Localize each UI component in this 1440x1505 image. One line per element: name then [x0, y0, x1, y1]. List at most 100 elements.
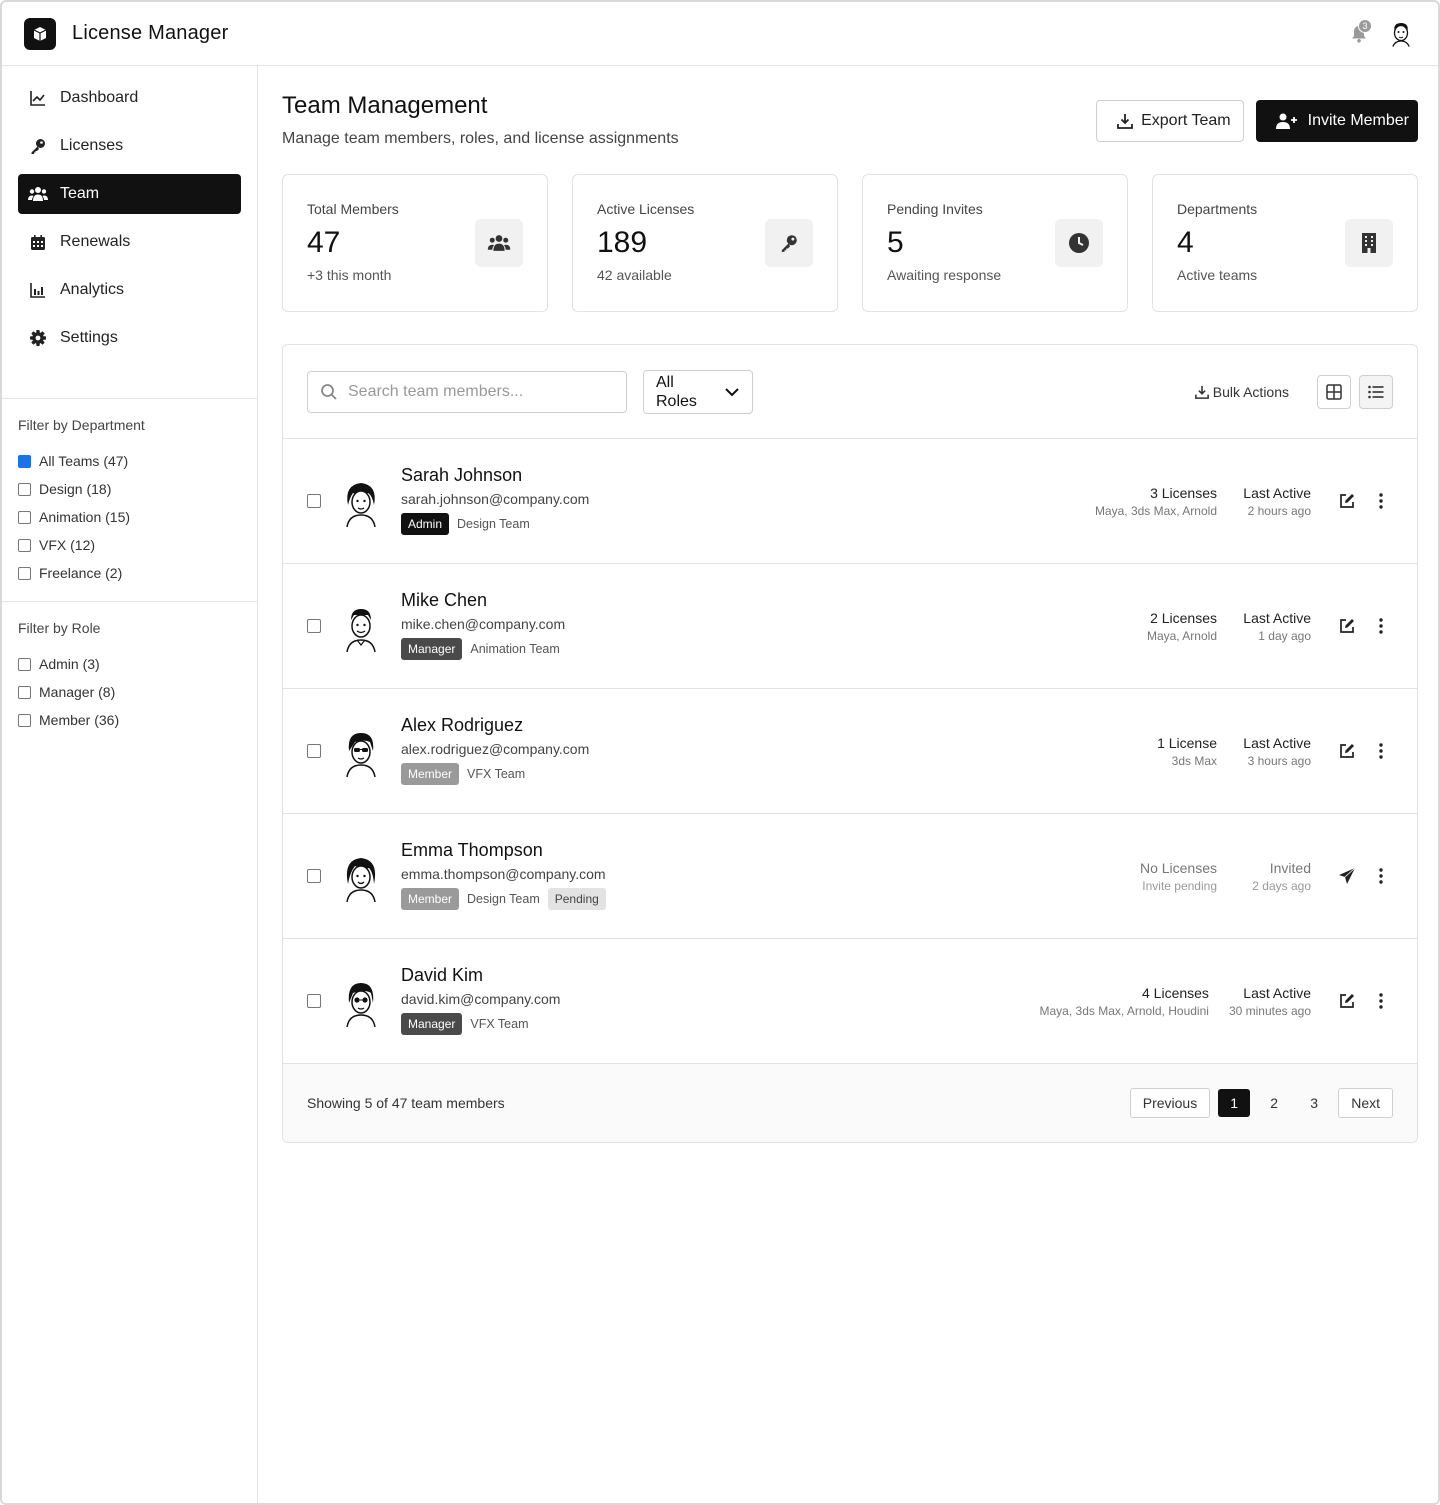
member-name: Emma Thompson: [401, 840, 543, 860]
resend-invite-button[interactable]: [1335, 864, 1359, 888]
more-options-button[interactable]: [1369, 489, 1393, 513]
list-view-button[interactable]: [1359, 374, 1393, 409]
stat-label: Departments: [1177, 201, 1258, 217]
sidebar-item-label: Settings: [60, 329, 118, 346]
checkbox[interactable]: [18, 657, 31, 671]
filter-option-freelance[interactable]: Freelance (2): [18, 559, 241, 587]
member-email: sarah.johnson@company.com: [401, 491, 590, 507]
bar-chart-icon: [28, 281, 48, 299]
pending-badge: Pending: [547, 888, 606, 910]
edit-button[interactable]: [1335, 489, 1359, 513]
filter-option-label: Animation (15): [39, 509, 131, 525]
stat-sub: 42 available: [597, 267, 672, 283]
avatar: [335, 850, 387, 903]
checkbox[interactable]: [18, 510, 31, 524]
search-input[interactable]: [348, 382, 608, 401]
member-row[interactable]: Alex Rodriguez alex.rodriguez@company.co…: [283, 689, 1417, 814]
filter-title: Filter by Role: [18, 620, 101, 636]
license-apps: Maya, 3ds Max, Arnold, Houdini: [1039, 1003, 1209, 1018]
filter-title: Filter by Department: [18, 417, 145, 433]
previous-page-button[interactable]: Previous: [1129, 1088, 1211, 1118]
bulk-actions-button[interactable]: Bulk Actions: [1194, 383, 1289, 400]
filter-option-member[interactable]: Member (36): [18, 706, 241, 734]
filter-option-admin[interactable]: Admin (3): [18, 650, 241, 678]
notifications-button[interactable]: 3: [1346, 18, 1372, 47]
filter-option-all-teams[interactable]: All Teams (47): [18, 447, 241, 475]
avatar: [335, 475, 387, 528]
edit-icon: [1340, 494, 1354, 508]
user-avatar[interactable]: [1386, 18, 1416, 49]
license-count: No Licenses: [1139, 859, 1217, 876]
filter-option-manager[interactable]: Manager (8): [18, 678, 241, 706]
next-page-button[interactable]: Next: [1338, 1088, 1393, 1118]
edit-icon: [1340, 994, 1354, 1008]
bulk-actions-label: Bulk Actions: [1212, 383, 1289, 400]
sidebar-item-licenses[interactable]: Licenses: [18, 126, 241, 166]
pagination-bar: Showing 5 of 47 team members Previous 1 …: [283, 1064, 1417, 1142]
grid-view-button[interactable]: [1317, 374, 1351, 409]
license-count: 2 Licenses: [1150, 609, 1217, 626]
row-checkbox[interactable]: [307, 744, 321, 758]
edit-icon: [1340, 744, 1354, 758]
sidebar-item-analytics[interactable]: Analytics: [18, 270, 241, 310]
member-row[interactable]: Mike Chen mike.chen@company.com Manager …: [283, 564, 1417, 689]
edit-button[interactable]: [1335, 739, 1359, 763]
more-vertical-icon: [1379, 493, 1383, 509]
member-name: David Kim: [401, 965, 484, 985]
sidebar-item-settings[interactable]: Settings: [18, 318, 241, 358]
edit-button[interactable]: [1335, 989, 1359, 1013]
checkbox[interactable]: [18, 713, 31, 727]
export-team-label: Export Team: [1141, 112, 1231, 129]
filter-option-animation[interactable]: Animation (15): [18, 503, 241, 531]
row-checkbox[interactable]: [307, 619, 321, 633]
role-badge: Member: [401, 763, 460, 785]
member-row[interactable]: Sarah Johnson sarah.johnson@company.com …: [283, 439, 1417, 564]
role-badge: Admin: [401, 513, 450, 535]
sidebar-item-renewals[interactable]: Renewals: [18, 222, 241, 262]
team-members-panel: All Roles Bulk Actions: [282, 344, 1418, 1143]
checkbox[interactable]: [18, 538, 31, 552]
invite-member-button[interactable]: Invite Member: [1255, 100, 1418, 142]
app-logo[interactable]: [24, 17, 56, 50]
sidebar-item-dashboard[interactable]: Dashboard: [18, 78, 241, 118]
list-icon: [1368, 385, 1384, 398]
main-content: Team Management Manage team members, rol…: [258, 66, 1438, 1503]
role-select[interactable]: All Roles: [643, 369, 753, 414]
checkbox[interactable]: [18, 566, 31, 580]
checkbox[interactable]: [18, 482, 31, 496]
role-select-value: All Roles: [656, 373, 697, 410]
sidebar-nav: Dashboard Licenses Team Renewals Analyti…: [2, 66, 257, 358]
page-1-button[interactable]: 1: [1218, 1089, 1251, 1117]
more-options-button[interactable]: [1369, 989, 1393, 1013]
sidebar-item-team[interactable]: Team: [18, 174, 241, 214]
license-count: 3 Licenses: [1150, 484, 1217, 501]
export-team-button[interactable]: Export Team: [1096, 100, 1244, 142]
filter-option-label: Admin (3): [39, 656, 100, 672]
checkbox[interactable]: [18, 685, 31, 699]
more-options-button[interactable]: [1369, 864, 1393, 888]
row-checkbox[interactable]: [307, 494, 321, 508]
avatar: [335, 600, 387, 653]
avatar: [335, 725, 387, 778]
edit-button[interactable]: [1335, 614, 1359, 638]
license-apps: Maya, Arnold: [1146, 628, 1217, 643]
department-label: VFX Team: [470, 1017, 529, 1031]
sidebar-item-label: Team: [60, 185, 100, 202]
more-options-button[interactable]: [1369, 739, 1393, 763]
member-row[interactable]: David Kim david.kim@company.com Manager …: [283, 939, 1417, 1064]
page-3-button[interactable]: 3: [1298, 1089, 1330, 1117]
page-2-button[interactable]: 2: [1258, 1089, 1290, 1117]
more-vertical-icon: [1379, 868, 1383, 884]
page-subtitle: Manage team members, roles, and license …: [282, 130, 679, 147]
filter-option-vfx[interactable]: VFX (12): [18, 531, 241, 559]
more-options-button[interactable]: [1369, 614, 1393, 638]
row-checkbox[interactable]: [307, 869, 321, 883]
row-checkbox[interactable]: [307, 994, 321, 1008]
member-row[interactable]: Emma Thompson emma.thompson@company.com …: [283, 814, 1417, 939]
filter-option-design[interactable]: Design (18): [18, 475, 241, 503]
stat-sub: Active teams: [1177, 267, 1258, 283]
more-vertical-icon: [1379, 993, 1383, 1009]
search-box[interactable]: [307, 370, 627, 413]
checkbox[interactable]: [18, 454, 31, 468]
page-title: Team Management: [282, 92, 488, 119]
